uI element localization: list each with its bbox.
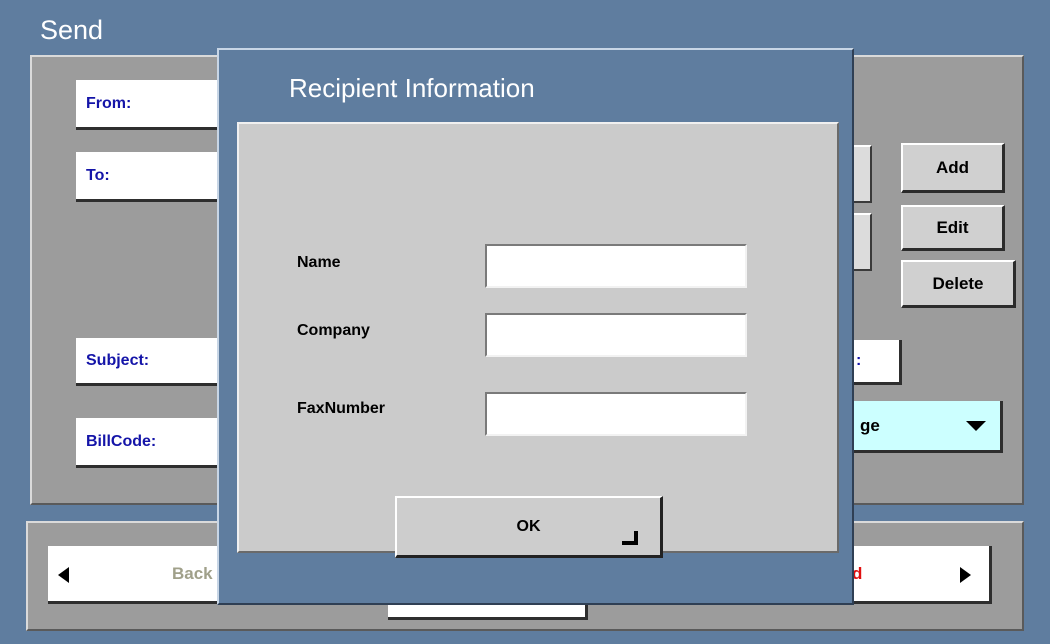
- ok-button[interactable]: OK: [395, 496, 663, 558]
- to-field[interactable]: To:: [76, 152, 221, 202]
- from-label: From:: [86, 94, 132, 112]
- delete-button[interactable]: Delete: [901, 260, 1016, 308]
- subject-field[interactable]: Subject:: [76, 338, 221, 386]
- dialog-title: Recipient Information: [289, 73, 535, 103]
- from-field[interactable]: From:: [76, 80, 221, 130]
- faxnumber-label: FaxNumber: [297, 400, 386, 417]
- add-button-label: Add: [935, 157, 970, 177]
- name-input[interactable]: [485, 244, 747, 288]
- delete-button-label: Delete: [932, 273, 984, 293]
- cover-page-dropdown[interactable]: ge: [842, 401, 1003, 453]
- back-button[interactable]: Back: [48, 546, 228, 604]
- to-label: To:: [86, 166, 110, 184]
- ok-button-label: OK: [516, 517, 541, 535]
- recipient-dialog: Recipient Information Name Company FaxNu…: [217, 48, 854, 605]
- billcode-label: BillCode:: [86, 432, 157, 450]
- faxnumber-input[interactable]: [485, 392, 747, 436]
- billcode-field[interactable]: BillCode:: [76, 418, 221, 468]
- back-button-label: Back: [172, 563, 213, 583]
- name-label: Name: [297, 254, 341, 271]
- window-title: Send: [40, 15, 104, 45]
- edit-button-label: Edit: [936, 217, 969, 237]
- right-label-fragment: :: [856, 352, 862, 369]
- chevron-down-icon: [966, 421, 986, 431]
- dropdown-value-fragment: ge: [860, 415, 880, 435]
- subject-label: Subject:: [86, 351, 150, 369]
- company-label: Company: [297, 322, 370, 339]
- arrow-left-icon: [58, 567, 69, 583]
- send-button[interactable]: d: [842, 546, 992, 604]
- dialog-body: Name Company FaxNumber OK: [237, 122, 839, 558]
- arrow-right-icon: [960, 567, 971, 583]
- enter-key-icon: [622, 531, 638, 545]
- edit-button[interactable]: Edit: [901, 205, 1005, 251]
- add-button[interactable]: Add: [901, 143, 1005, 193]
- company-input[interactable]: [485, 313, 747, 357]
